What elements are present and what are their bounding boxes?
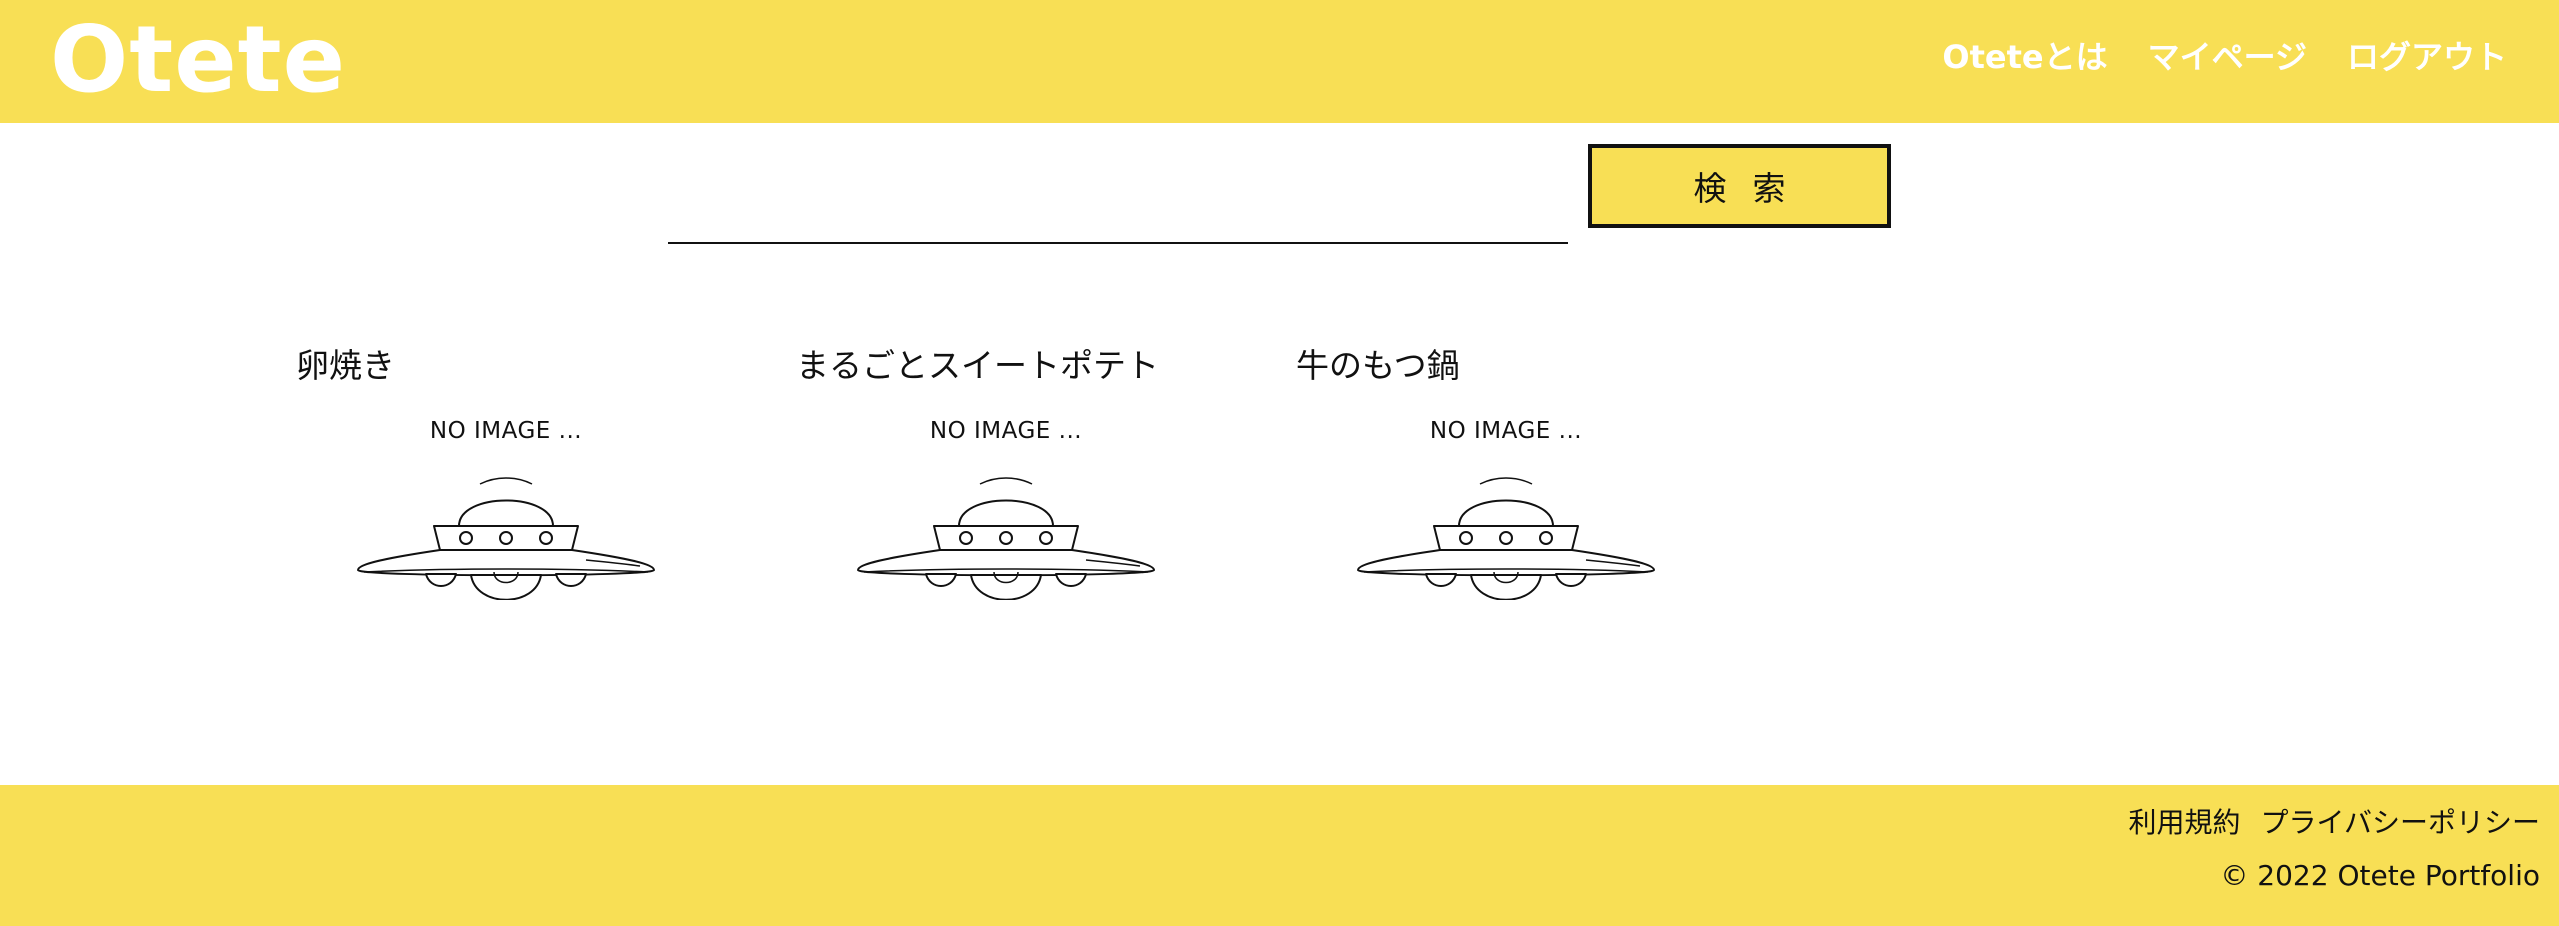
ufo-icon bbox=[1357, 477, 1655, 600]
privacy-policy-link[interactable]: プライバシーポリシー bbox=[2261, 803, 2540, 843]
terms-link[interactable]: 利用規約 bbox=[2129, 803, 2241, 843]
nav-about-link[interactable]: Oteteとは bbox=[1942, 36, 2107, 78]
no-image-label: NO IMAGE ... bbox=[929, 418, 1083, 444]
site-header: Otete Oteteとは マイページ ログアウト bbox=[0, 0, 2559, 123]
no-image-label: NO IMAGE ... bbox=[429, 418, 583, 444]
recipe-title[interactable]: 牛のもつ鍋 bbox=[1296, 338, 1460, 394]
ufo-icon bbox=[857, 477, 1155, 600]
nav-logout-link[interactable]: ログアウト bbox=[2347, 36, 2507, 78]
recipe-card[interactable]: 卵焼き NO IMAGE ... bbox=[296, 338, 716, 608]
search-button[interactable]: 検索 bbox=[1588, 144, 1891, 228]
recipe-title[interactable]: 卵焼き bbox=[296, 338, 395, 394]
recipe-title[interactable]: まるごとスイートポテト bbox=[796, 338, 1159, 394]
recipe-card[interactable]: まるごとスイートポテト NO IMAGE ... bbox=[796, 338, 1216, 608]
site-logo[interactable]: Otete bbox=[50, 6, 346, 114]
copyright-text: © 2022 Otete Portfolio bbox=[2220, 859, 2540, 892]
footer-links: 利用規約 プライバシーポリシー bbox=[2129, 803, 2540, 843]
ufo-icon bbox=[357, 477, 655, 600]
nav-mypage-link[interactable]: マイページ bbox=[2148, 36, 2307, 78]
recipe-card[interactable]: 牛のもつ鍋 NO IMAGE ... bbox=[1296, 338, 1716, 608]
search-input[interactable] bbox=[668, 180, 1568, 244]
header-nav: Oteteとは マイページ ログアウト bbox=[1942, 36, 2507, 78]
site-footer: 利用規約 プライバシーポリシー © 2022 Otete Portfolio bbox=[0, 785, 2559, 926]
no-image-label: NO IMAGE ... bbox=[1429, 418, 1583, 444]
